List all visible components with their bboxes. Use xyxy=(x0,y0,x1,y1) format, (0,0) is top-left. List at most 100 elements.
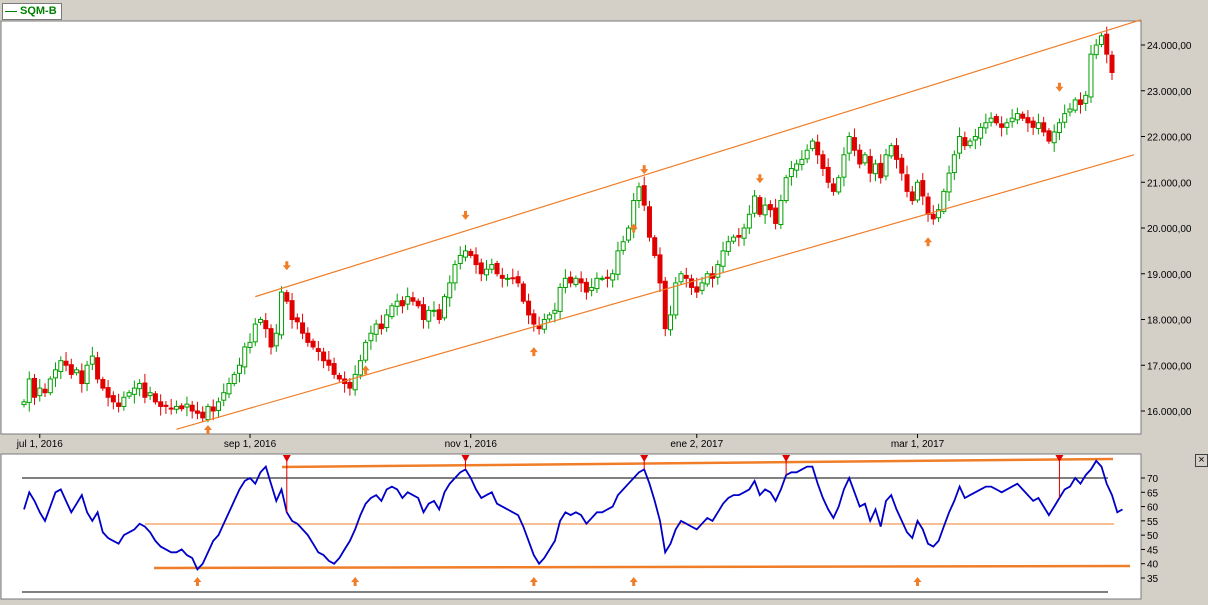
price-chart-panel: 16.000,00 17.000,00 18.000,00 19.000,00 20.0… xyxy=(0,0,1208,452)
price-plot-area xyxy=(0,20,1142,435)
candle-body xyxy=(1041,122,1047,133)
candle-body xyxy=(704,273,710,285)
candle-body xyxy=(783,177,789,202)
candle-body xyxy=(357,360,363,376)
candle-body xyxy=(531,313,537,325)
candle-body xyxy=(468,250,474,256)
candle-body xyxy=(1004,122,1010,128)
candle-body xyxy=(405,296,411,305)
candle-body xyxy=(32,377,38,398)
candle-body xyxy=(158,401,164,407)
candle xyxy=(389,303,395,320)
legend[interactable]: SQM-B xyxy=(2,3,62,20)
candle-body xyxy=(273,332,279,347)
candle-body xyxy=(1109,54,1115,73)
candle-body xyxy=(978,126,984,139)
candle-body xyxy=(321,351,327,362)
candle-body xyxy=(904,174,910,192)
candle-body xyxy=(1030,120,1036,128)
candle-body xyxy=(1093,44,1099,56)
candle-body xyxy=(431,309,437,312)
candle-body xyxy=(583,281,589,293)
candle xyxy=(783,174,789,204)
candle-body xyxy=(799,158,805,165)
candle-body xyxy=(63,360,69,366)
candle-body xyxy=(510,277,516,280)
candle-body xyxy=(100,379,106,389)
candle-body xyxy=(426,309,432,322)
candle xyxy=(646,200,652,242)
date-tick-label: nov 1, 2016 xyxy=(445,439,498,450)
candle-body xyxy=(300,322,306,334)
candle-body xyxy=(999,123,1005,128)
candle-body xyxy=(210,406,216,412)
candle-body xyxy=(163,404,169,407)
indicator-tick-label: 65 xyxy=(1147,488,1159,499)
candle-body xyxy=(809,140,815,150)
candle-body xyxy=(794,163,800,171)
candle-body xyxy=(47,378,53,394)
candle-body xyxy=(168,407,174,410)
candle-body xyxy=(972,136,978,141)
candle xyxy=(757,194,763,218)
close-panel-button[interactable]: × xyxy=(1195,454,1208,467)
price-chart[interactable]: 16.000,00 17.000,00 18.000,00 19.000,00 20.0… xyxy=(0,0,1208,452)
candle-body xyxy=(920,180,926,197)
indicator-tick-label: 35 xyxy=(1147,574,1159,585)
candle-body xyxy=(788,168,794,178)
candle-body xyxy=(1098,35,1104,45)
price-tick-label: 17.000,00 xyxy=(1147,361,1192,372)
candle-body xyxy=(930,213,936,220)
candle-body xyxy=(84,364,90,385)
candle-body xyxy=(447,282,453,299)
candle-body xyxy=(909,191,915,202)
indicator-tick-label: 55 xyxy=(1147,517,1159,528)
candle-body xyxy=(646,206,652,238)
candle-body xyxy=(294,317,300,323)
candle-body xyxy=(1014,113,1020,121)
candle-body xyxy=(1009,117,1015,123)
candle-body xyxy=(894,145,900,160)
indicator-chart[interactable]: 35 40 45 50 55 60 65 70 xyxy=(0,452,1208,600)
candle-body xyxy=(846,136,852,154)
candle-body xyxy=(725,241,731,252)
candle-body xyxy=(599,277,605,280)
candle-body xyxy=(110,395,116,403)
candle xyxy=(888,142,894,159)
candle-body xyxy=(415,300,421,307)
candle-body xyxy=(189,404,195,412)
candle-body xyxy=(58,360,64,372)
candle-body xyxy=(310,340,316,348)
candle-body xyxy=(888,145,894,157)
candle-body xyxy=(820,154,826,170)
candle-body xyxy=(484,268,490,276)
candle-body xyxy=(594,277,600,290)
price-tick-label: 23.000,00 xyxy=(1147,87,1192,98)
candle-body xyxy=(263,320,269,330)
candle-body xyxy=(962,137,968,147)
candle-body xyxy=(315,348,321,353)
candle-body xyxy=(625,227,631,241)
candle-body xyxy=(615,250,621,275)
candle-body xyxy=(620,241,626,251)
date-tick-label: mar 1, 2017 xyxy=(891,439,945,450)
candle xyxy=(625,225,631,243)
candle-body xyxy=(279,291,285,336)
candle xyxy=(662,276,668,337)
candle-body xyxy=(137,383,143,390)
candle-body xyxy=(951,154,957,174)
candle-body xyxy=(131,387,137,395)
candle-body xyxy=(289,300,295,320)
price-tick-label: 22.000,00 xyxy=(1147,133,1192,144)
candle-body xyxy=(194,410,200,414)
candle-body xyxy=(830,183,836,192)
price-tick-label: 21.000,00 xyxy=(1147,178,1192,189)
candle-body xyxy=(993,116,999,124)
candle-body xyxy=(89,355,95,365)
candle-body xyxy=(867,155,873,174)
indicator-tick-label: 45 xyxy=(1147,545,1159,556)
candle-body xyxy=(305,332,311,343)
candle-body xyxy=(957,136,963,154)
candle-body xyxy=(636,186,642,202)
candle-body xyxy=(247,341,253,348)
